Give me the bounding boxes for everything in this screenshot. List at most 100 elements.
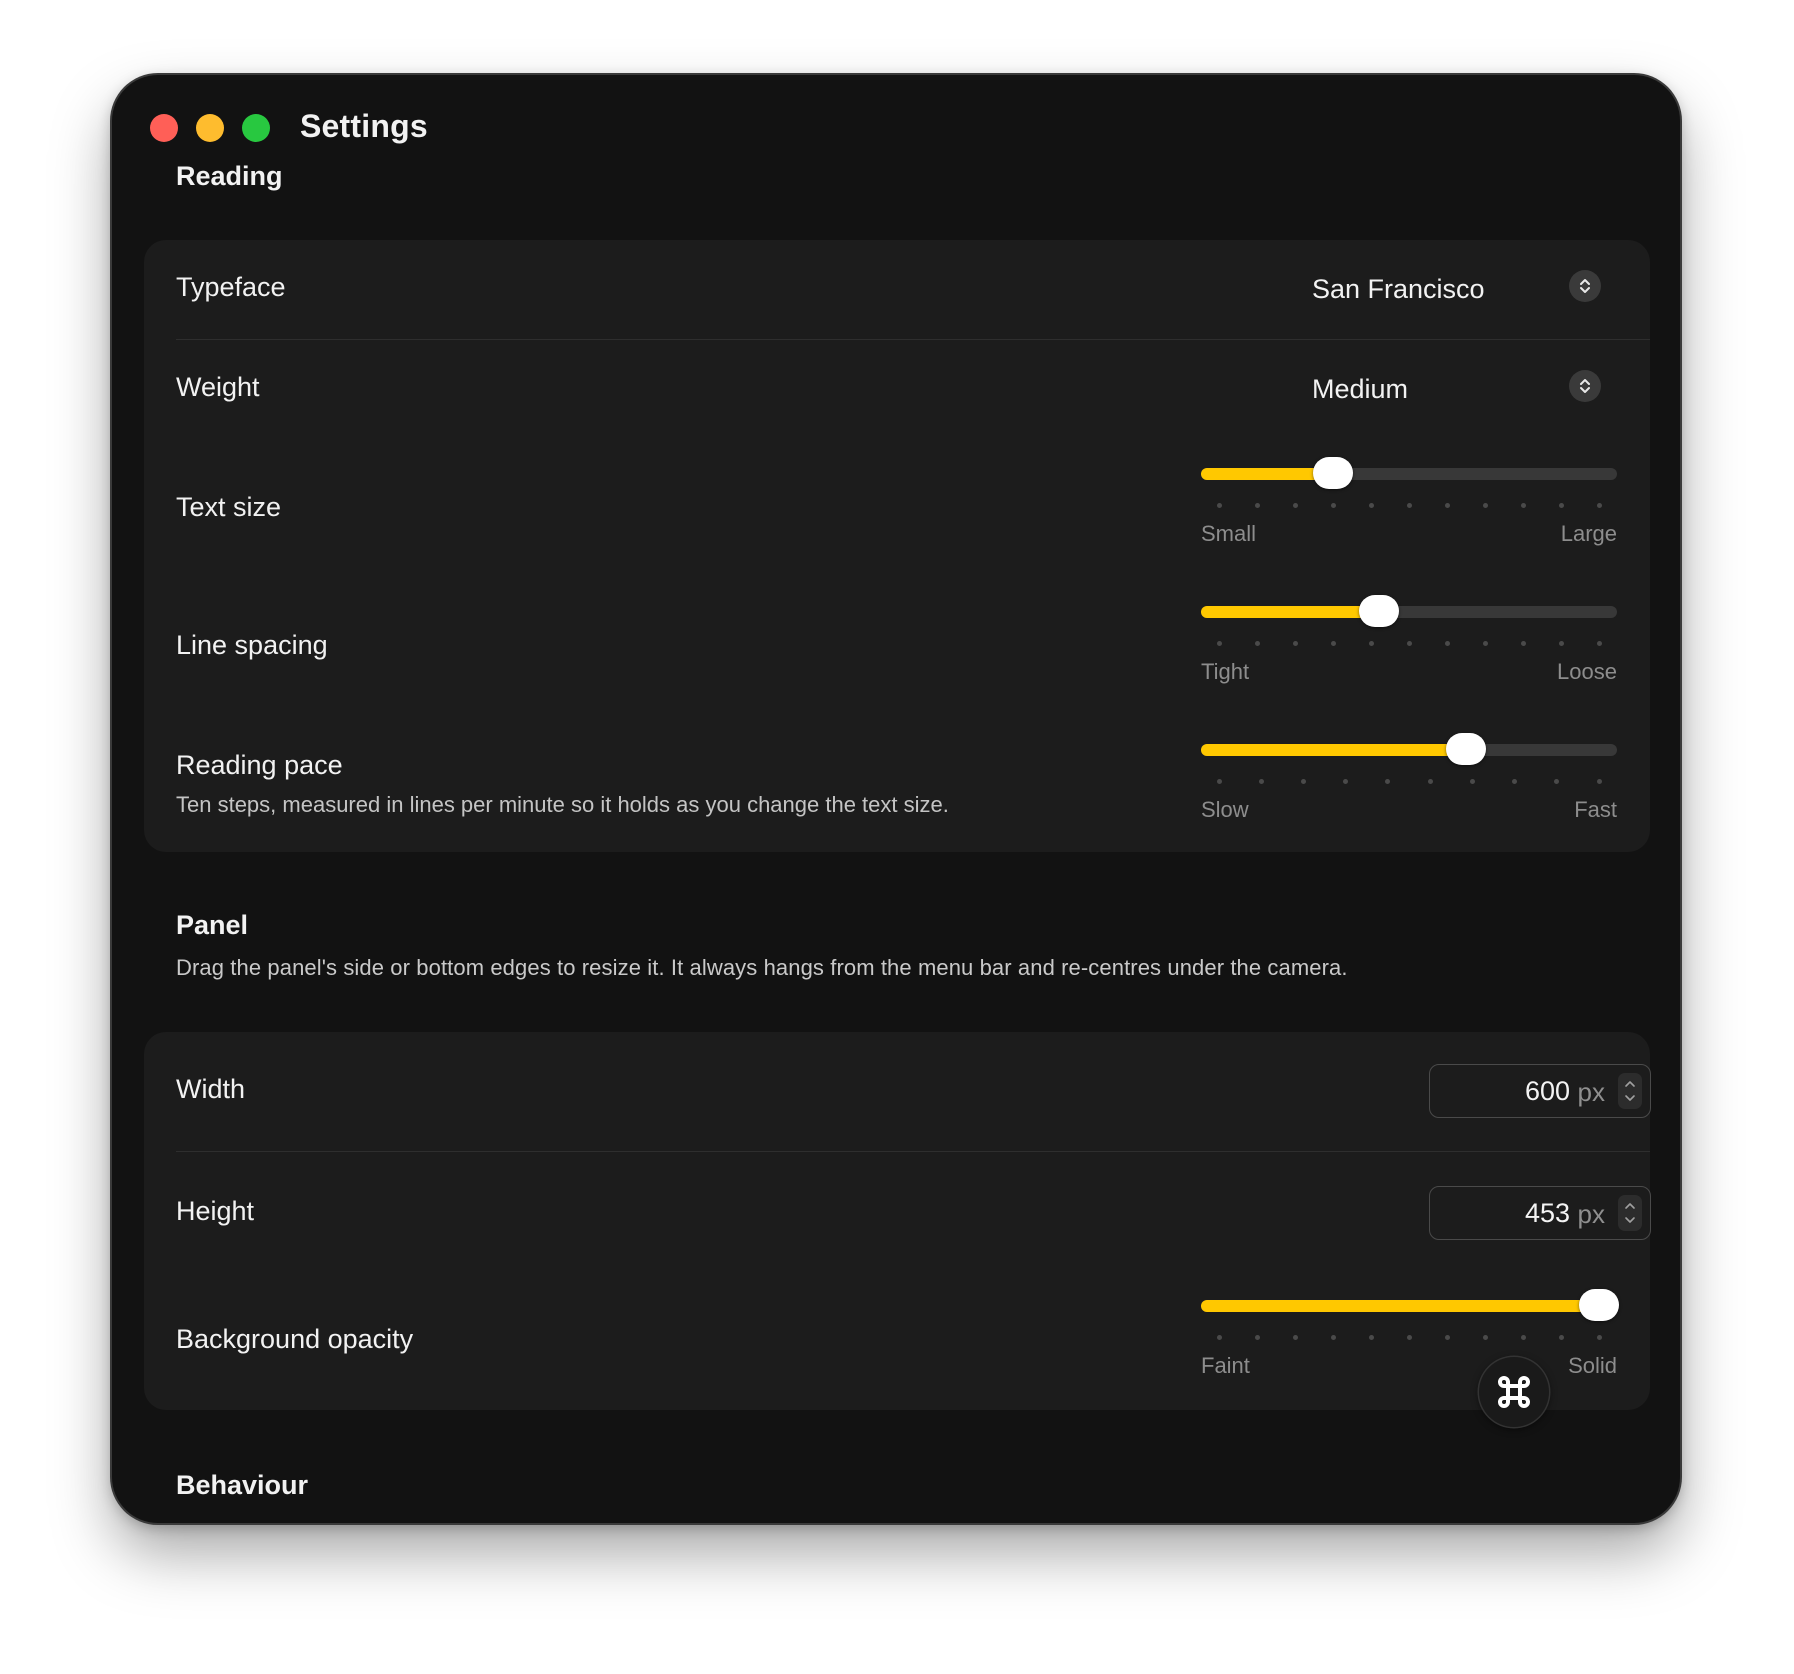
slider-tick [1444, 641, 1450, 646]
slider-tick [1520, 1335, 1526, 1340]
panel-section-heading: Panel [176, 910, 249, 940]
slider-fill [1201, 744, 1466, 756]
chevron-up-down-icon [1580, 379, 1590, 393]
slider-tick [1258, 779, 1264, 784]
slider-tick [1444, 1335, 1450, 1340]
reading-pace-slider[interactable]: Slow Fast [1201, 733, 1617, 822]
reading-pace-label: Reading pace [176, 750, 343, 780]
slider-tick [1216, 503, 1222, 508]
stepper-arrows-icon[interactable] [1618, 1073, 1642, 1109]
width-value[interactable]: 600 [1525, 1076, 1570, 1107]
typeface-label: Typeface [176, 272, 286, 302]
slider-tick [1254, 1335, 1260, 1340]
slider-tick [1520, 641, 1526, 646]
close-window-button[interactable] [150, 114, 178, 142]
height-value[interactable]: 453 [1525, 1198, 1570, 1229]
slider-tick [1558, 641, 1564, 646]
slider-tick [1427, 779, 1433, 784]
slider-tick [1368, 503, 1374, 508]
slider-tick [1596, 503, 1602, 508]
height-stepper[interactable]: 453 px [1429, 1186, 1651, 1240]
background-opacity-slider[interactable]: Faint Solid [1201, 1289, 1619, 1378]
slider-tick [1558, 503, 1564, 508]
slider-tick [1343, 779, 1349, 784]
slider-tick [1216, 641, 1222, 646]
slider-ticks [1201, 641, 1617, 647]
panel-section-description: Drag the panel's side or bottom edges to… [176, 955, 1348, 980]
slider-tick [1385, 779, 1391, 784]
slider-tick [1292, 641, 1298, 646]
row-divider [176, 339, 1650, 340]
slider-tick [1482, 503, 1488, 508]
slider-min-label: Faint [1201, 1353, 1250, 1378]
line-spacing-label: Line spacing [176, 630, 328, 660]
behaviour-section-heading: Behaviour [176, 1470, 309, 1500]
slider-max-label: Large [1560, 521, 1617, 546]
slider-tick [1292, 503, 1298, 508]
zoom-window-button[interactable] [242, 114, 270, 142]
slider-tick [1444, 503, 1450, 508]
slider-min-label: Slow [1201, 797, 1249, 822]
chevron-up-down-icon [1625, 1203, 1635, 1223]
typeface-popup-button[interactable] [1569, 270, 1601, 302]
command-button[interactable] [1479, 1357, 1549, 1427]
reading-card: Typeface San Francisco Weight Medium Tex… [144, 240, 1650, 852]
row-divider [176, 1151, 1650, 1152]
slider-thumb[interactable] [1313, 457, 1353, 489]
slider-ticks [1201, 779, 1617, 785]
slider-ticks [1201, 1335, 1617, 1341]
text-size-slider[interactable]: Small Large [1201, 457, 1617, 546]
stepper-arrows-icon[interactable] [1618, 1195, 1642, 1231]
slider-tick [1330, 641, 1336, 646]
weight-label: Weight [176, 372, 260, 402]
slider-tick [1254, 641, 1260, 646]
slider-tick [1368, 641, 1374, 646]
slider-fill [1201, 1300, 1599, 1312]
settings-window: Settings Reading Typeface San Francisco … [112, 75, 1680, 1523]
slider-tick [1469, 779, 1475, 784]
slider-tick [1406, 503, 1412, 508]
weight-value[interactable]: Medium [1312, 374, 1408, 405]
slider-tick [1406, 641, 1412, 646]
chevron-up-down-icon [1580, 279, 1590, 293]
slider-tick [1406, 1335, 1412, 1340]
slider-ticks [1201, 503, 1617, 509]
slider-tick [1300, 779, 1306, 784]
slider-tick [1558, 1335, 1564, 1340]
reading-section-heading: Reading [176, 161, 283, 191]
minimize-window-button[interactable] [196, 114, 224, 142]
slider-thumb[interactable] [1358, 595, 1399, 627]
slider-tick [1482, 641, 1488, 646]
slider-tick [1596, 641, 1602, 646]
background-opacity-label: Background opacity [176, 1324, 414, 1354]
width-unit: px [1577, 1077, 1605, 1107]
text-size-label: Text size [176, 492, 282, 522]
slider-tick [1554, 779, 1560, 784]
window-title: Settings [300, 108, 428, 144]
slider-fill [1201, 606, 1379, 618]
slider-min-label: Small [1201, 521, 1257, 546]
slider-thumb[interactable] [1446, 733, 1486, 765]
slider-tick [1292, 1335, 1298, 1340]
slider-max-label: Fast [1574, 797, 1617, 822]
slider-tick [1330, 503, 1336, 508]
slider-tick [1216, 779, 1222, 784]
slider-tick [1520, 503, 1526, 508]
slider-max-label: Loose [1557, 659, 1617, 684]
weight-popup-button[interactable] [1569, 370, 1601, 402]
panel-card: Width 600 px Height 453 px Background op… [144, 1032, 1651, 1410]
typeface-value[interactable]: San Francisco [1312, 274, 1485, 305]
line-spacing-slider[interactable]: Tight Loose [1201, 595, 1617, 684]
width-stepper[interactable]: 600 px [1429, 1064, 1651, 1118]
slider-tick [1596, 779, 1602, 784]
slider-tick [1216, 1335, 1222, 1340]
slider-tick [1254, 503, 1260, 508]
slider-tick [1482, 1335, 1488, 1340]
slider-tick [1596, 1335, 1602, 1340]
reading-pace-description: Ten steps, measured in lines per minute … [176, 792, 949, 817]
slider-max-label: Solid [1568, 1353, 1617, 1378]
slider-thumb[interactable] [1579, 1289, 1619, 1321]
slider-tick [1512, 779, 1518, 784]
width-label: Width [176, 1074, 246, 1104]
command-key-icon [1498, 1376, 1530, 1408]
